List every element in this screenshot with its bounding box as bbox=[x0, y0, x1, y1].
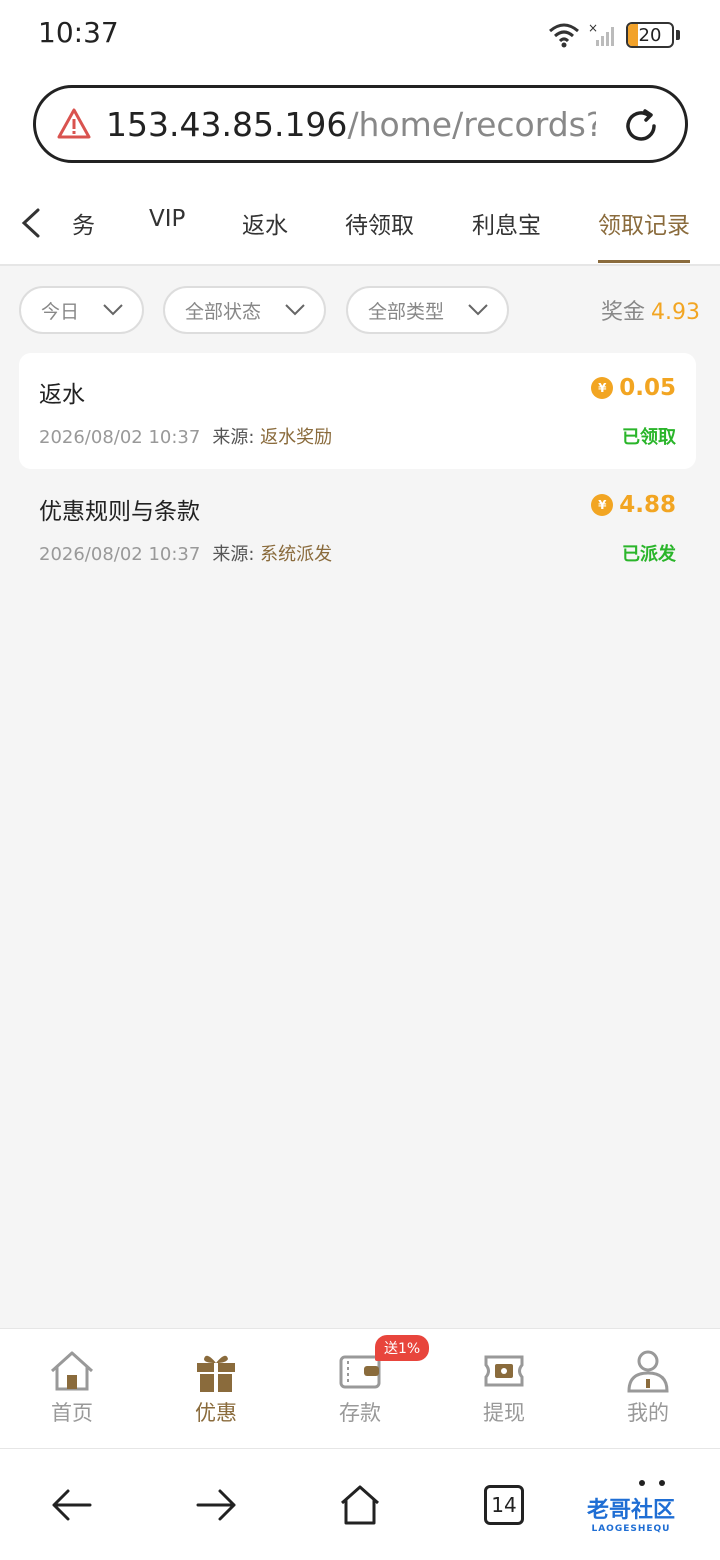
record-amount-value: 0.05 bbox=[619, 375, 676, 401]
address-bar[interactable]: 153.43.85.196/home/records?gam bbox=[33, 85, 688, 163]
bonus-value: 4.93 bbox=[651, 300, 700, 325]
chevron-left-icon[interactable] bbox=[18, 206, 44, 240]
url-host: 153.43.85.196 bbox=[106, 104, 348, 144]
tab-interest[interactable]: 利息宝 bbox=[472, 206, 541, 240]
bonus-total: 奖金 4.93 bbox=[601, 294, 700, 326]
record-source: 返水奖励 bbox=[260, 427, 333, 448]
record-meta: 2026/08/02 10:37 来源: 返水奖励 bbox=[39, 423, 332, 449]
record-amount-value: 4.88 bbox=[619, 492, 676, 518]
active-tab-indicator bbox=[598, 260, 690, 263]
record-datetime: 2026/08/02 10:37 bbox=[39, 427, 201, 448]
nav-promotions[interactable]: 优惠 bbox=[166, 1349, 266, 1427]
chevron-down-icon bbox=[468, 304, 488, 316]
record-source-label: 来源: bbox=[212, 427, 255, 448]
nav-withdraw[interactable]: 提现 bbox=[454, 1349, 554, 1427]
record-amount: ¥ 0.05 bbox=[591, 375, 676, 401]
home-icon[interactable] bbox=[338, 1483, 382, 1527]
cash-icon bbox=[484, 1355, 524, 1387]
tab-rebate[interactable]: 返水 bbox=[242, 206, 288, 240]
home-icon bbox=[50, 1351, 94, 1391]
wifi-icon bbox=[549, 23, 579, 48]
svg-text:×: × bbox=[588, 22, 598, 35]
gift-icon bbox=[197, 1355, 235, 1392]
bonus-label: 奖金 bbox=[601, 300, 646, 325]
browser-toolbar: 153.43.85.196/home/records?gam bbox=[0, 70, 720, 182]
tab-vip[interactable]: VIP bbox=[149, 206, 185, 232]
nav-home-label: 首页 bbox=[51, 1401, 93, 1425]
url-text[interactable]: 153.43.85.196/home/records?gam bbox=[106, 105, 596, 144]
coin-icon: ¥ bbox=[591, 377, 614, 399]
tabs-count-button[interactable]: 14 bbox=[484, 1485, 524, 1525]
record-status: 已派发 bbox=[622, 544, 676, 565]
date-filter-label: 今日 bbox=[41, 300, 80, 323]
nav-home[interactable]: 首页 bbox=[22, 1349, 122, 1427]
record-source-label: 来源: bbox=[212, 544, 255, 565]
date-filter[interactable]: 今日 bbox=[19, 286, 144, 334]
watermark-sub: LAOGESHEQU bbox=[591, 1524, 671, 1534]
watermark-title: 老哥社区 bbox=[586, 1498, 675, 1523]
reload-icon[interactable] bbox=[621, 106, 661, 146]
category-tabs: 务 VIP 返水 待领取 利息宝 领取记录 bbox=[0, 182, 720, 266]
record-title: 优惠规则与条款 bbox=[39, 499, 200, 525]
watermark-logo: 老哥社区 LAOGESHEQU bbox=[556, 1486, 706, 1540]
battery-icon: 20 bbox=[626, 22, 674, 48]
record-item[interactable]: 优惠规则与条款 ¥ 4.88 2026/08/02 10:37 来源: 系统派发 … bbox=[19, 470, 696, 586]
warning-icon[interactable] bbox=[56, 106, 92, 142]
chevron-down-icon bbox=[285, 304, 305, 316]
nav-promotions-label: 优惠 bbox=[195, 1401, 237, 1425]
nav-profile[interactable]: 我的 bbox=[598, 1349, 698, 1427]
type-filter-label: 全部类型 bbox=[368, 300, 445, 323]
status-bar: 10:37 × 20 bbox=[0, 0, 720, 70]
nav-deposit-label: 存款 bbox=[339, 1401, 381, 1425]
record-status: 已领取 bbox=[622, 427, 676, 448]
nav-profile-label: 我的 bbox=[627, 1401, 669, 1425]
nav-withdraw-label: 提现 bbox=[483, 1401, 525, 1425]
status-filter-label: 全部状态 bbox=[185, 300, 262, 323]
record-amount: ¥ 4.88 bbox=[591, 492, 676, 518]
status-time: 10:37 bbox=[38, 16, 119, 49]
tab-partial[interactable]: 务 bbox=[72, 206, 95, 240]
url-path: /home/records?gam bbox=[347, 104, 596, 144]
status-icons: × 20 bbox=[548, 20, 680, 50]
back-arrow-icon[interactable] bbox=[50, 1483, 94, 1527]
coin-icon: ¥ bbox=[591, 494, 614, 516]
battery-level: 20 bbox=[638, 24, 662, 46]
chevron-down-icon bbox=[103, 304, 123, 316]
filter-bar: 今日 全部状态 全部类型 奖金 4.93 bbox=[0, 286, 720, 334]
record-title: 返水 bbox=[39, 382, 85, 408]
user-icon bbox=[627, 1350, 669, 1393]
forward-arrow-icon[interactable] bbox=[194, 1483, 238, 1527]
record-datetime: 2026/08/02 10:37 bbox=[39, 544, 201, 565]
type-filter[interactable]: 全部类型 bbox=[346, 286, 509, 334]
record-item[interactable]: 返水 ¥ 0.05 2026/08/02 10:37 来源: 返水奖励 已领取 bbox=[19, 353, 696, 469]
tab-claim-records[interactable]: 领取记录 bbox=[598, 206, 690, 240]
tab-pending[interactable]: 待领取 bbox=[345, 206, 414, 240]
app-bottom-nav: 首页 优惠 存款 送1% 提现 我的 bbox=[0, 1328, 720, 1448]
signal-icon: × bbox=[588, 22, 614, 46]
record-source: 系统派发 bbox=[260, 544, 333, 565]
deposit-bonus-badge: 送1% bbox=[375, 1335, 430, 1361]
status-filter[interactable]: 全部状态 bbox=[163, 286, 326, 334]
record-meta: 2026/08/02 10:37 来源: 系统派发 bbox=[39, 540, 332, 566]
